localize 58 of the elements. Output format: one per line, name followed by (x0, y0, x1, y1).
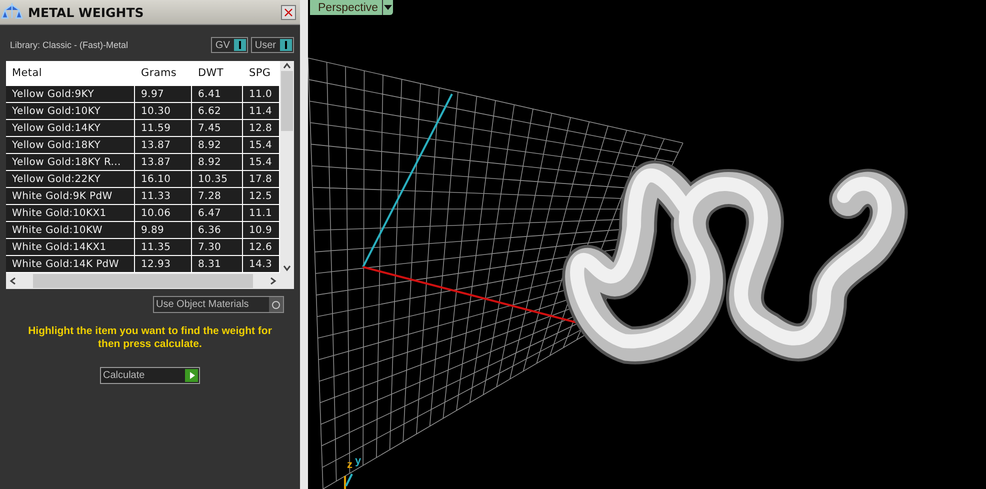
table-cell: White Gold:14KX1 (6, 239, 135, 255)
toggle-button[interactable]: User (250, 37, 294, 53)
table-cell: Yellow Gold:18KY R... (6, 154, 135, 170)
table-cell: 13.87 (135, 137, 192, 153)
table-cell: Yellow Gold:14KY (6, 120, 135, 136)
table-cell: 7.30 (192, 239, 243, 255)
left-icon (9, 276, 17, 286)
axis-label: y (355, 455, 362, 467)
instruction-text: Highlight the item you want to find the weight for then press calculate. (28, 325, 272, 351)
table-cell: 8.92 (192, 137, 243, 153)
table-cell: 8.92 (192, 154, 243, 170)
column-header[interactable]: Grams (135, 61, 192, 85)
table-cell: 9.89 (135, 222, 192, 238)
table-cell: 12.93 (135, 256, 192, 272)
table-cell: Yellow Gold:9KY (6, 86, 135, 102)
close-button[interactable] (281, 4, 296, 20)
window-title: METAL WEIGHTS (27, 4, 145, 20)
table-cell: 8.31 (192, 256, 243, 272)
table-cell: Yellow Gold:18KY (6, 137, 135, 153)
table-cell: White Gold:10KX1 (6, 205, 135, 221)
table-cell: Yellow Gold:10KY (6, 103, 135, 119)
view-dropdown[interactable]: Perspective (310, 0, 394, 15)
table-cell: White Gold:9K PdW (6, 188, 135, 204)
vertical-scrollbar[interactable] (280, 61, 294, 273)
toggle-button[interactable]: GV (211, 37, 248, 53)
table-cell: 6.62 (192, 103, 243, 119)
scrollbar-thumb[interactable] (281, 71, 293, 131)
axis-gizmo-icon (344, 474, 353, 489)
table-cell: 6.47 (192, 205, 243, 221)
table-cell: 6.41 (192, 86, 243, 102)
table-cell: 10.30 (135, 103, 192, 119)
up-icon (282, 61, 292, 71)
use-object-materials-toggle[interactable]: Use Object Materials (153, 296, 284, 313)
play-icon (188, 371, 196, 380)
horizontal-scrollbar[interactable] (6, 273, 280, 289)
caret-icon (384, 5, 392, 10)
table-cell: 11.59 (135, 120, 192, 136)
table-cell: 7.28 (192, 188, 243, 204)
scrollbar-thumb[interactable] (33, 274, 253, 288)
table-cell: 6.36 (192, 222, 243, 238)
down-icon (282, 263, 292, 273)
table-cell: 9.97 (135, 86, 192, 102)
table-cell: 7.45 (192, 120, 243, 136)
close-icon (284, 8, 293, 16)
table-cell: 11.35 (135, 239, 192, 255)
library-label: Library: Classic - (Fast)-Metal (10, 40, 130, 50)
table-cell: 10.35 (192, 171, 243, 187)
column-header[interactable]: DWT (192, 61, 243, 85)
table-cell: 10.06 (135, 205, 192, 221)
table-cell: 11.33 (135, 188, 192, 204)
table-cell: 13.87 (135, 154, 192, 170)
table-cell: White Gold:14K PdW (6, 256, 135, 272)
table-cell: White Gold:10KW (6, 222, 135, 238)
column-header[interactable]: Metal (6, 61, 135, 85)
table-cell: 16.10 (135, 171, 192, 187)
table-cell: Yellow Gold:22KY (6, 171, 135, 187)
right-icon (269, 276, 277, 286)
calculate-button[interactable]: Calculate (100, 367, 200, 384)
